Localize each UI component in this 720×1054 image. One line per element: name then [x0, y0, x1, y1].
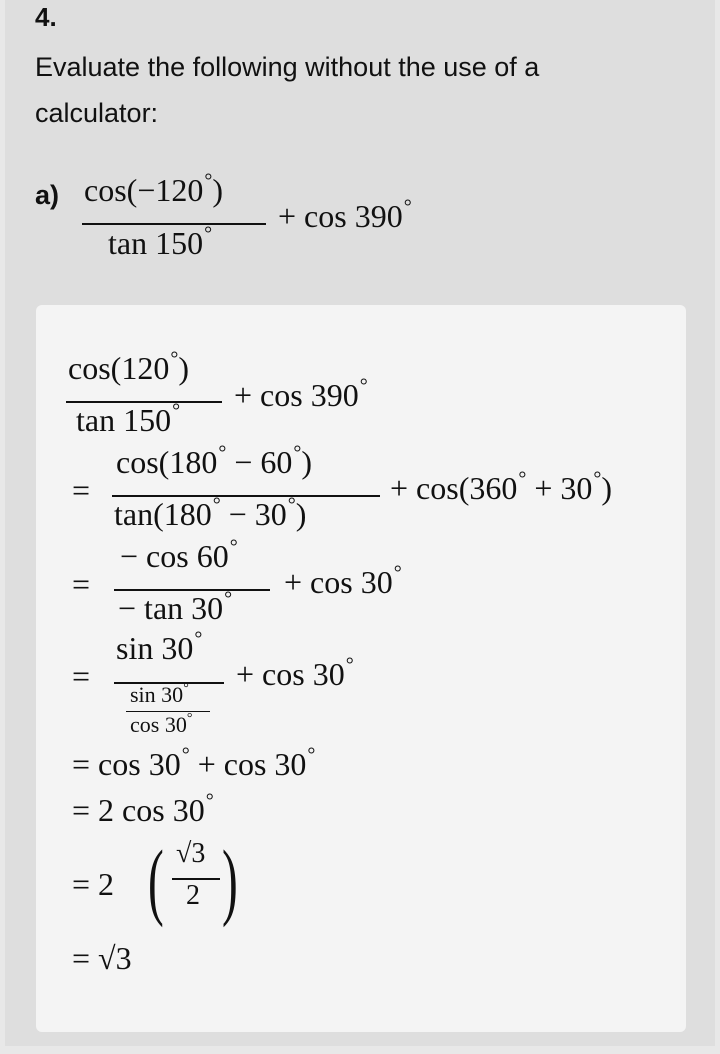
line2-numerator: cos(180° − 60°) [116, 442, 313, 480]
line1-denominator: tan 150° [76, 400, 181, 438]
line1-numerator: cos(120°) [68, 348, 189, 386]
line2-denominator: tan(180° − 30°) [114, 494, 307, 532]
line7-right-paren: ) [222, 832, 238, 928]
line1-tail: + cos 390° [234, 375, 368, 413]
line7-denominator: 2 [186, 880, 200, 911]
line3-numerator: − cos 60° [120, 536, 238, 574]
expr-numerator: cos(−120°) [84, 170, 224, 208]
line5: = cos 30° + cos 30° [72, 744, 316, 782]
line7-left-paren: ( [148, 832, 164, 928]
line8: = √3 [72, 940, 132, 976]
line4-tail: + cos 30° [236, 654, 354, 692]
expr-denominator: tan 150° [108, 223, 213, 261]
line3-tail: + cos 30° [284, 562, 402, 600]
line7-prefix: = 2 [72, 866, 115, 902]
question-number: 4. [35, 2, 57, 32]
question-prompt: Evaluate the following without the use o… [35, 52, 540, 128]
line4-numerator: sin 30° [116, 628, 203, 666]
line3-equals: = [72, 566, 91, 602]
line3-denominator: − tan 30° [118, 588, 233, 626]
line6: = 2 cos 30° [72, 790, 214, 828]
line4-inner-denominator: cos 30° [130, 711, 193, 737]
line2-tail: + cos(360° + 30°) [390, 468, 613, 506]
line2-equals: = [72, 472, 91, 508]
part-label: a) [35, 180, 60, 210]
line4-equals: = [72, 658, 91, 694]
line4-inner-numerator: sin 30° [130, 681, 189, 707]
expr-tail: + cos 390° [278, 196, 412, 234]
line7-numerator: √3 [176, 838, 206, 869]
